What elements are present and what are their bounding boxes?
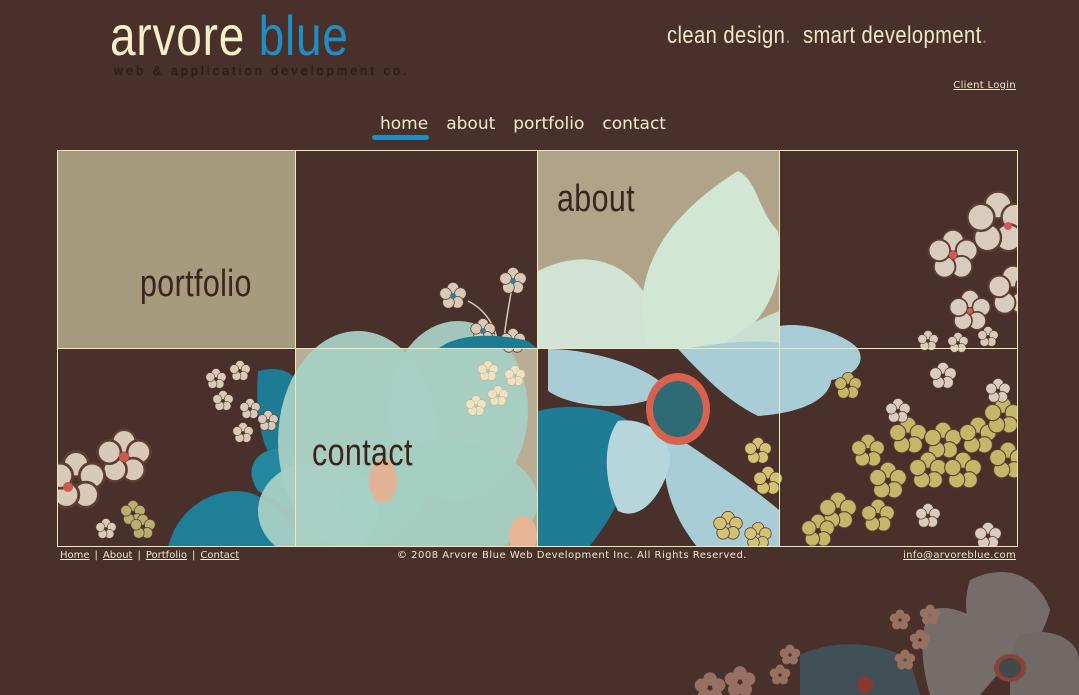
logo-subtitle: web & application development co. bbox=[114, 64, 410, 78]
footer-link-home[interactable]: Home bbox=[60, 550, 90, 561]
nav-contact[interactable]: contact bbox=[594, 112, 676, 136]
client-login-link[interactable]: Client Login bbox=[953, 80, 1016, 91]
grid-divider bbox=[58, 348, 1017, 349]
tile-about-label: about bbox=[557, 178, 636, 220]
page: arvore blue web & application developmen… bbox=[0, 0, 1079, 695]
feature-grid: portfolio about contact bbox=[57, 150, 1018, 547]
footer-nav: Home | About | Portfolio | Contact bbox=[60, 550, 239, 561]
logo-wordmark: arvore blue bbox=[110, 6, 349, 66]
logo-word-arvore: arvore bbox=[110, 4, 246, 67]
main-nav: home about portfolio contact bbox=[372, 112, 676, 140]
footer-separator: | bbox=[94, 550, 98, 561]
tile-about[interactable]: about bbox=[538, 151, 779, 348]
logo-word-blue: blue bbox=[258, 4, 349, 67]
tagline-dot-1: . bbox=[785, 22, 792, 49]
footer-separator: | bbox=[137, 550, 141, 561]
tile-portfolio-label: portfolio bbox=[140, 263, 252, 305]
tagline-part1: clean design bbox=[667, 22, 786, 49]
background-floral-decoration bbox=[694, 571, 1079, 695]
footer-link-contact[interactable]: Contact bbox=[200, 550, 239, 561]
tile-portfolio[interactable]: portfolio bbox=[58, 151, 295, 348]
tagline-part2: smart development bbox=[803, 22, 982, 49]
nav-home[interactable]: home bbox=[372, 112, 438, 140]
tagline-dot-2: . bbox=[981, 22, 988, 49]
footer-link-portfolio[interactable]: Portfolio bbox=[146, 550, 187, 561]
tile-contact[interactable]: contact bbox=[296, 349, 537, 546]
tile-contact-label: contact bbox=[312, 432, 413, 474]
nav-portfolio[interactable]: portfolio bbox=[505, 112, 594, 136]
logo[interactable]: arvore blue web & application developmen… bbox=[110, 6, 406, 79]
nav-about[interactable]: about bbox=[438, 112, 505, 136]
footer-link-about[interactable]: About bbox=[103, 550, 133, 561]
footer-separator: | bbox=[192, 550, 196, 561]
tagline: clean design. smart development. bbox=[667, 22, 988, 50]
